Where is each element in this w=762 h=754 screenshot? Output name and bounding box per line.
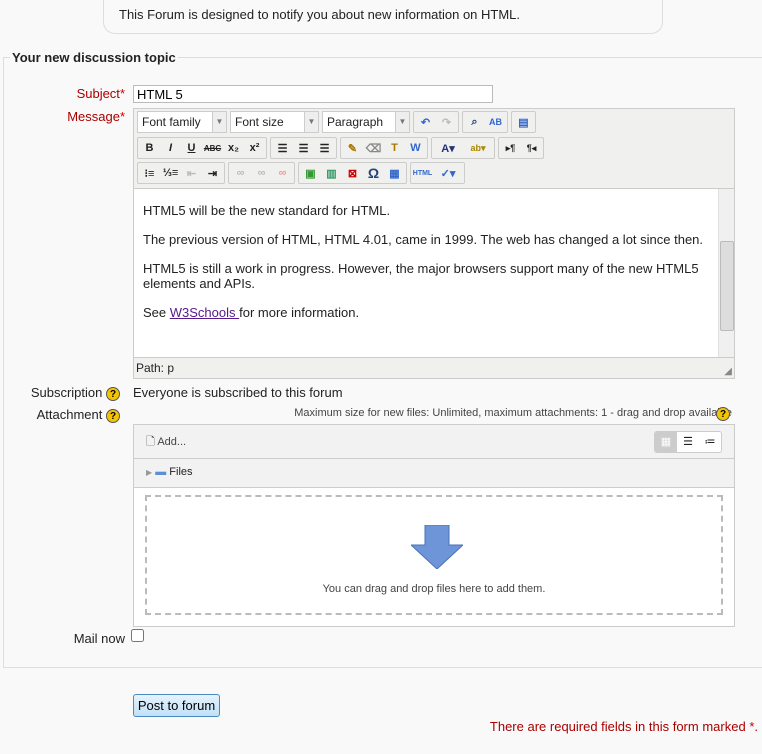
italic-icon[interactable]: I: [160, 138, 181, 158]
indent-icon[interactable]: ⇥: [202, 163, 223, 183]
file-manager: 🗋 Add... ▦ ☰ ≔ ▶ ▬ Files You can drag and …: [133, 424, 735, 627]
bullet-list-icon[interactable]: ⁝≡: [139, 163, 160, 183]
spellcheck-icon[interactable]: ✓▾: [433, 163, 463, 183]
redo-icon[interactable]: ↷: [436, 112, 457, 132]
text-color-icon[interactable]: A▾: [433, 138, 463, 158]
help-icon[interactable]: ?: [716, 407, 730, 421]
select-value: Font family: [142, 115, 201, 129]
scrollbar-thumb[interactable]: [720, 241, 734, 331]
align-center-icon[interactable]: ☰: [293, 138, 314, 158]
paragraph: HTML5 is still a work in progress. Howev…: [143, 261, 699, 291]
select-value: Font size: [235, 115, 284, 129]
paragraph: See W3Schools for more information.: [143, 305, 706, 320]
list-view-icon[interactable]: ☰: [677, 432, 699, 452]
numbered-list-icon[interactable]: ⅓≡: [160, 163, 181, 183]
paragraph: HTML5 will be the new standard for HTML.: [143, 203, 391, 218]
subject-label: Subject*: [0, 86, 125, 101]
text: for more information.: [239, 305, 360, 320]
subject-label-text: Subject: [76, 86, 120, 101]
font-size-select[interactable]: Font size ▼: [230, 111, 319, 133]
help-icon[interactable]: ?: [106, 386, 120, 401]
editor-scrollbar[interactable]: [718, 189, 734, 357]
folder-label: Files: [169, 466, 193, 478]
align-right-icon[interactable]: ☰: [314, 138, 335, 158]
nolink-icon[interactable]: ⊠: [342, 163, 363, 183]
text: See: [143, 305, 170, 320]
label-text: Subscription: [30, 385, 103, 400]
help-icon[interactable]: ?: [106, 408, 120, 423]
html-source-icon[interactable]: HTML: [412, 163, 433, 183]
message-label: Message*: [0, 109, 125, 124]
anchor-icon[interactable]: ∞: [272, 163, 293, 183]
rich-text-editor: Font family ▼ Font size ▼ Paragraph ▼ ↶ ↷ ⌕ A…: [133, 108, 735, 379]
paragraph: The previous version of HTML, HTML 4.01,…: [143, 232, 704, 247]
subscription-value: Everyone is subscribed to this forum: [133, 385, 343, 400]
expand-icon: ▶: [146, 468, 153, 477]
fullscreen-icon[interactable]: ▤: [513, 112, 534, 132]
mail-now-label: Mail now: [73, 631, 125, 646]
tree-view-icon[interactable]: ≔: [699, 432, 721, 452]
files-folder[interactable]: ▶ ▬ Files: [134, 459, 734, 488]
message-label-text: Message: [67, 109, 120, 124]
subject-input[interactable]: [133, 85, 493, 103]
mail-now-checkbox[interactable]: [131, 629, 144, 642]
w3schools-link[interactable]: W3Schools: [170, 305, 239, 320]
paste-text-icon[interactable]: T: [384, 138, 405, 158]
editor-content[interactable]: HTML5 will be the new standard for HTML.…: [134, 188, 734, 358]
subscript-icon[interactable]: x₂: [223, 138, 244, 158]
media-icon[interactable]: ▥: [321, 163, 342, 183]
link-icon[interactable]: ∞: [230, 163, 251, 183]
bold-icon[interactable]: B: [139, 138, 160, 158]
folder-icon: ▬: [155, 466, 167, 478]
undo-icon[interactable]: ↶: [415, 112, 436, 132]
required-star: *: [749, 719, 755, 734]
superscript-icon[interactable]: x²: [244, 138, 265, 158]
add-label: Add...: [157, 436, 187, 448]
fieldset-legend: Your new discussion topic: [10, 50, 178, 65]
label-text: Attachment: [36, 407, 103, 422]
ltr-icon[interactable]: ▸¶: [500, 138, 521, 158]
find-icon[interactable]: ⌕: [464, 112, 485, 132]
dropdown-arrow-icon: ▼: [212, 112, 226, 132]
attachment-label: Attachment ?: [0, 407, 120, 423]
outdent-icon[interactable]: ⇤: [181, 163, 202, 183]
add-file-icon: 🗋: [146, 436, 155, 448]
image-icon[interactable]: ▣: [300, 163, 321, 183]
font-family-select[interactable]: Font family ▼: [137, 111, 227, 133]
rtl-icon[interactable]: ¶◂: [521, 138, 542, 158]
select-value: Paragraph: [327, 115, 384, 129]
down-arrow-icon: [411, 525, 463, 569]
cleanup-icon[interactable]: ✎: [342, 138, 363, 158]
required-note: There are required fields in this form m…: [489, 719, 758, 734]
underline-icon[interactable]: U: [181, 138, 202, 158]
special-char-icon[interactable]: Ω: [363, 163, 384, 183]
editor-path: Path: p: [136, 361, 175, 375]
unlink-icon[interactable]: ∞: [251, 163, 272, 183]
replace-icon[interactable]: AB: [485, 112, 506, 132]
drop-zone[interactable]: You can drag and drop files here to add …: [145, 495, 723, 615]
post-to-forum-button[interactable]: Post to forum: [133, 694, 220, 717]
align-left-icon[interactable]: ☰: [272, 138, 293, 158]
icon-view-icon[interactable]: ▦: [655, 432, 677, 452]
eraser-icon[interactable]: ⌫: [363, 138, 384, 158]
dropdown-arrow-icon: ▼: [395, 112, 409, 132]
subscription-label: Subscription ?: [0, 385, 120, 401]
dropdown-arrow-icon: ▼: [304, 112, 318, 132]
note-text: There are required fields in this form m…: [489, 719, 746, 734]
strikethrough-icon[interactable]: ABC: [202, 138, 223, 158]
max-size-info: Maximum size for new files: Unlimited, m…: [294, 407, 732, 419]
add-file-button[interactable]: 🗋 Add...: [146, 433, 186, 452]
format-select[interactable]: Paragraph ▼: [322, 111, 410, 133]
table-icon[interactable]: ▦: [384, 163, 405, 183]
forum-intro: This Forum is designed to notify you abo…: [103, 0, 663, 34]
highlight-color-icon[interactable]: ab▾: [463, 138, 493, 158]
required-star: *: [119, 109, 125, 124]
intro-text: This Forum is designed to notify you abo…: [119, 7, 521, 22]
resize-handle-icon[interactable]: ◢: [724, 366, 732, 377]
required-star: *: [119, 86, 125, 101]
paste-word-icon[interactable]: W: [405, 138, 426, 158]
drop-text: You can drag and drop files here to add …: [322, 583, 546, 595]
